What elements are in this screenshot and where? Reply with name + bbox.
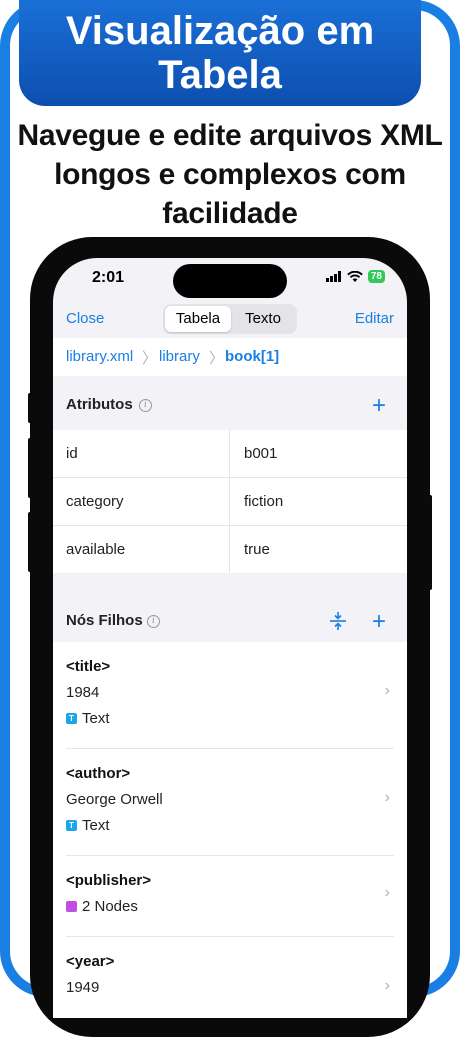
children-header: Nós Filhos i + (53, 596, 407, 646)
list-item[interactable]: <publisher> 2 Nodes › (66, 856, 394, 937)
list-item[interactable]: <year> 1949 › (66, 937, 394, 1017)
text-type-icon: T (66, 820, 77, 831)
nav-bar: Close Tabela Texto Editar (53, 302, 407, 338)
wifi-icon (347, 270, 363, 282)
child-value: George Orwell (66, 791, 163, 808)
phone-volume-down-button (28, 512, 32, 572)
phone-volume-up-button (28, 438, 32, 498)
battery-indicator: 78 (367, 270, 385, 283)
child-tag: <publisher> (66, 872, 152, 889)
child-type: T Text (66, 817, 110, 834)
table-row[interactable]: category fiction (53, 478, 407, 526)
attributes-title: Atributos (66, 396, 133, 413)
header-banner: Visualização em Tabela (19, 0, 421, 106)
promo-subtitle: Navegue e edite arquivos XML longos e co… (17, 119, 443, 230)
tab-texto[interactable]: Texto (231, 306, 295, 332)
text-type-icon: T (66, 713, 77, 724)
app-screen: 2:01 78 Close Tabela Texto Editar librar (53, 258, 407, 1018)
tab-tabela[interactable]: Tabela (165, 306, 231, 332)
chevron-right-icon: › (384, 977, 390, 994)
column-divider (229, 526, 230, 573)
status-time: 2:01 (92, 269, 125, 286)
column-divider (229, 430, 230, 477)
attribute-key: id (66, 445, 78, 462)
attribute-key: available (66, 541, 126, 558)
list-item[interactable]: <title> 1984 T Text › (66, 642, 394, 749)
attribute-value[interactable]: true (244, 541, 270, 558)
attribute-value[interactable]: b001 (244, 445, 277, 462)
cellular-signal-icon (325, 271, 341, 282)
attribute-value[interactable]: fiction (244, 493, 283, 510)
breadcrumb-chevron-icon: 〉 (209, 350, 225, 367)
add-child-button[interactable]: + (372, 610, 386, 634)
child-tag: <author> (66, 765, 131, 782)
attribute-key: category (66, 493, 124, 510)
child-type-label: Text (82, 817, 110, 834)
child-type-label: 2 Nodes (82, 898, 138, 915)
breadcrumb-item-library[interactable]: library (159, 348, 200, 365)
breadcrumb-item-book[interactable]: book[1] (225, 348, 279, 365)
status-icons: 78 (325, 270, 385, 283)
child-tag: <year> (66, 953, 115, 970)
child-type: 2 Nodes (66, 898, 138, 915)
breadcrumb-chevron-icon: 〉 (142, 350, 158, 367)
chevron-right-icon: › (384, 789, 390, 806)
column-divider (229, 478, 230, 525)
child-type-label: Text (82, 710, 110, 727)
children-list: <title> 1984 T Text › <author> George Or… (53, 642, 407, 1018)
chevron-right-icon: › (384, 682, 390, 699)
info-icon[interactable]: i (147, 615, 160, 628)
child-type: T Text (66, 710, 110, 727)
child-value: 1949 (66, 979, 100, 996)
list-item[interactable]: <author> George Orwell T Text › (66, 749, 394, 856)
nodes-type-icon (66, 901, 77, 912)
children-title: Nós Filhos (66, 612, 143, 629)
breadcrumb-item-file[interactable]: library.xml (66, 348, 133, 365)
attributes-table: id b001 category fiction available true (53, 430, 407, 573)
attributes-header: Atributos i + (53, 380, 407, 430)
collapse-icon[interactable] (329, 611, 347, 631)
phone-power-button (428, 495, 432, 590)
chevron-right-icon: › (384, 884, 390, 901)
table-row[interactable]: available true (53, 526, 407, 573)
dynamic-island (173, 264, 287, 298)
banner-title: Visualização em Tabela (65, 9, 375, 97)
status-bar: 2:01 78 (53, 258, 407, 302)
info-icon[interactable]: i (139, 399, 152, 412)
breadcrumb: library.xml 〉 library 〉 book[1] (53, 338, 407, 376)
view-mode-segmented-control: Tabela Texto (163, 304, 297, 334)
close-button[interactable]: Close (66, 310, 104, 327)
phone-action-button (28, 393, 32, 423)
edit-button[interactable]: Editar (355, 310, 394, 327)
child-tag: <title> (66, 658, 111, 675)
table-row[interactable]: id b001 (53, 430, 407, 478)
child-value: 1984 (66, 684, 100, 701)
add-attribute-button[interactable]: + (372, 394, 386, 418)
